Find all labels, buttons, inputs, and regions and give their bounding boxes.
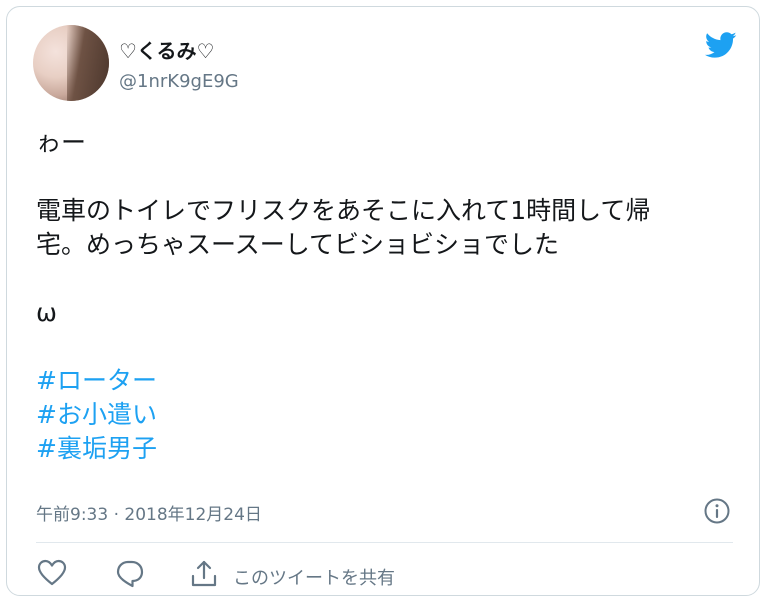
tweet-timestamp[interactable]: 午前9:33 · 2018年12月24日: [36, 500, 262, 525]
share-icon[interactable]: [189, 559, 219, 589]
tweet-text-line: 電車のトイレでフリスクをあそこに入れて1時間して帰: [36, 196, 651, 225]
twitter-bird-icon[interactable]: [703, 29, 739, 61]
tweet-text-line: [36, 330, 736, 364]
tweet-text-line: [36, 262, 736, 296]
display-name[interactable]: ♡くるみ♡: [119, 35, 214, 64]
tweet-text-line: ゎー: [36, 128, 87, 157]
tweet-text-line: 宅。めっちゃスースーしてビショビショでした: [36, 230, 560, 259]
info-icon[interactable]: [703, 497, 731, 525]
hashtag-link[interactable]: #お小遣い: [36, 398, 736, 432]
divider: [36, 542, 733, 543]
tweet-text-line: ω: [36, 298, 57, 327]
user-handle[interactable]: @1nrK9gE9G: [119, 71, 239, 92]
share-tweet-label[interactable]: このツイートを共有: [233, 564, 395, 590]
hashtag-link[interactable]: #ローター: [36, 364, 736, 398]
hashtag-link[interactable]: #裏垢男子: [36, 432, 736, 466]
tweet-text: ゎー 電車のトイレでフリスクをあそこに入れて1時間して帰 宅。めっちゃスースーし…: [36, 126, 736, 466]
avatar[interactable]: [33, 25, 109, 101]
heart-icon[interactable]: [37, 559, 67, 587]
tweet-text-line: [36, 160, 736, 194]
avatar-hair-shape: [67, 25, 109, 101]
tweet-card: ♡くるみ♡ @1nrK9gE9G ゎー 電車のトイレでフリスクをあそこに入れて1…: [6, 6, 760, 596]
reply-bubble-icon[interactable]: [115, 559, 145, 589]
